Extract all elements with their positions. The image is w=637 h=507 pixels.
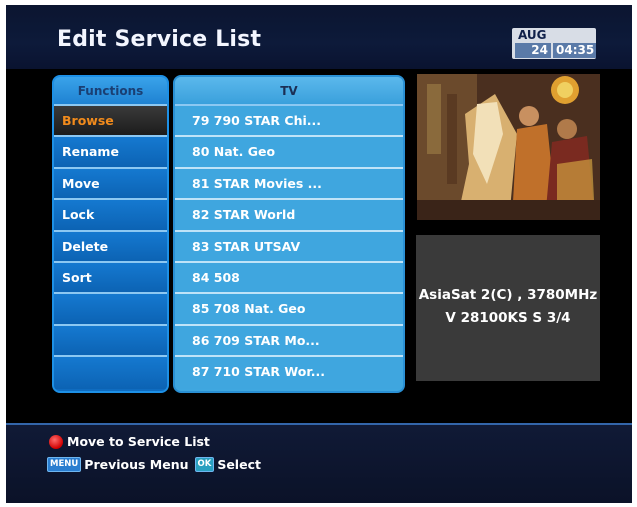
service-list-panel: TV 79 790 STAR Chi... 80 Nat. Geo 81 STA… (173, 75, 405, 393)
service-list-header: TV (175, 77, 403, 106)
function-browse[interactable]: Browse (54, 106, 167, 138)
ok-key-icon: OK (194, 457, 215, 472)
functions-panel: Functions Browse Rename Move Lock Delete… (52, 75, 169, 393)
function-rename[interactable]: Rename (54, 137, 167, 169)
service-item[interactable]: 80 Nat. Geo (175, 137, 403, 169)
service-item[interactable]: 83 STAR UTSAV (175, 231, 403, 263)
menu-key-icon: MENU (47, 457, 82, 472)
menu-key-label: Previous Menu (84, 457, 189, 472)
service-item[interactable]: 85 708 Nat. Geo (175, 294, 403, 326)
footer-hints: Move to Service List MENU Previous Menu … (6, 423, 632, 503)
satellite-frequency: AsiaSat 2(C) , 3780MHz (418, 287, 598, 303)
navigation-hints: MENU Previous Menu OK Select (47, 457, 261, 472)
clock-time: 04:35 (553, 43, 596, 58)
function-delete[interactable]: Delete (54, 231, 167, 263)
service-item[interactable]: 82 STAR World (175, 200, 403, 232)
tv-screen: Edit Service List AUG 24 04:35 Functions… (6, 5, 632, 503)
function-move[interactable]: Move (54, 168, 167, 201)
function-empty-slot (54, 357, 167, 389)
header-bar: Edit Service List AUG 24 04:35 (6, 5, 632, 69)
service-item[interactable]: 86 709 STAR Mo... (175, 325, 403, 358)
polarity-symbolrate: V 28100KS S 3/4 (445, 310, 571, 326)
functions-header: Functions (54, 77, 167, 106)
service-item[interactable]: 87 710 STAR Wor... (175, 357, 403, 389)
function-lock[interactable]: Lock (54, 200, 167, 232)
clock-day: 24 (515, 43, 551, 58)
function-empty-slot (54, 294, 167, 326)
page-title: Edit Service List (57, 27, 262, 52)
red-key-label: Move to Service List (67, 434, 210, 449)
red-key-hint: Move to Service List (49, 434, 210, 449)
clock-month: AUG (518, 28, 547, 42)
service-item[interactable]: 84 508 (175, 262, 403, 295)
video-preview (417, 74, 600, 220)
clock-row: 24 04:35 (515, 43, 596, 58)
function-empty-slot (54, 325, 167, 358)
ok-key-label: Select (217, 457, 261, 472)
red-button-icon (49, 434, 63, 449)
service-item[interactable]: 79 790 STAR Chi... (175, 106, 403, 138)
date-time-clock: AUG 24 04:35 (512, 28, 596, 59)
service-item[interactable]: 81 STAR Movies ... (175, 168, 403, 201)
function-sort[interactable]: Sort (54, 262, 167, 295)
video-preview-scene (417, 74, 600, 220)
transponder-info: AsiaSat 2(C) , 3780MHz V 28100KS S 3/4 (416, 235, 600, 381)
